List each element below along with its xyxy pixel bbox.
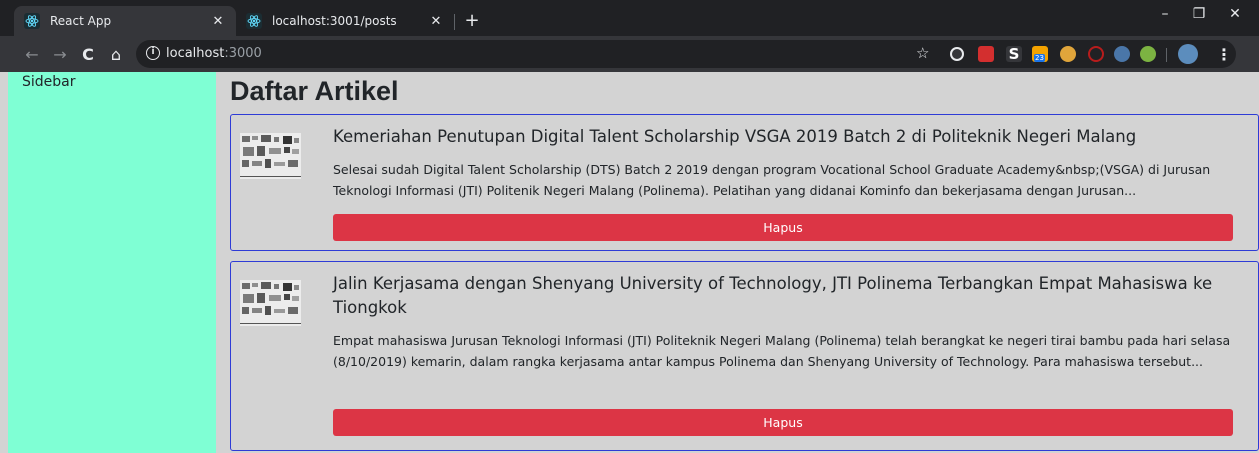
sidebar-label: Sidebar: [22, 74, 76, 90]
page-title: Daftar Artikel: [230, 76, 399, 106]
article-excerpt: Empat mahasiswa Jurusan Teknologi Inform…: [333, 333, 1231, 369]
minimize-button[interactable]: –: [1150, 6, 1180, 22]
tab-divider: [454, 14, 455, 30]
browser-tab-bar: React App ✕ localhost:3001/posts ✕ + – ❐…: [0, 0, 1259, 36]
tab-title: localhost:3001/posts: [272, 14, 397, 28]
react-icon: [246, 13, 262, 29]
extension-s-icon[interactable]: S: [1006, 46, 1022, 62]
profile-avatar[interactable]: [1178, 44, 1198, 64]
star-icon[interactable]: ☆: [916, 44, 929, 62]
extension-leaf-icon[interactable]: [1140, 46, 1156, 62]
react-icon: [24, 13, 40, 29]
article-title: Jalin Kerjasama dengan Shenyang Universi…: [333, 274, 1213, 317]
article-body: Kemeriahan Penutupan Digital Talent Scho…: [333, 125, 1250, 201]
browser-toolbar: ← → C ⌂ i localhost:3000 ☆ S 23 ⋮: [0, 36, 1259, 72]
main-content: Daftar Artikel Kemeriahan Penutupan Digi…: [216, 72, 1259, 453]
new-tab-button[interactable]: +: [462, 10, 482, 31]
article-title: Kemeriahan Penutupan Digital Talent Scho…: [333, 127, 1137, 146]
back-icon[interactable]: ←: [20, 42, 44, 66]
sidebar: Sidebar: [8, 72, 216, 453]
article-thumbnail: [240, 133, 301, 179]
toolbar-divider: [1166, 48, 1167, 62]
article-card: Kemeriahan Penutupan Digital Talent Scho…: [230, 114, 1259, 251]
tab-react-app[interactable]: React App ✕: [14, 6, 236, 36]
close-icon[interactable]: ✕: [210, 14, 226, 29]
extension-w-icon[interactable]: [950, 47, 964, 61]
tab-title: React App: [50, 14, 112, 28]
extension-calendar-icon[interactable]: 23: [1032, 46, 1048, 62]
menu-icon[interactable]: ⋮: [1212, 42, 1236, 66]
close-icon[interactable]: ✕: [428, 14, 444, 29]
delete-button[interactable]: Hapus: [333, 214, 1233, 241]
tab-localhost-posts[interactable]: localhost:3001/posts ✕: [236, 6, 454, 36]
home-icon[interactable]: ⌂: [104, 42, 128, 66]
extension-cookie-icon[interactable]: [1060, 46, 1076, 62]
extension-vk-icon[interactable]: [1114, 46, 1130, 62]
info-icon[interactable]: i: [146, 46, 160, 60]
page-content: Sidebar Daftar Artikel Kemeriahan Penutu…: [0, 72, 1259, 453]
url-text[interactable]: localhost:3000: [166, 46, 262, 61]
reload-icon[interactable]: C: [76, 42, 100, 66]
article-card: Jalin Kerjasama dengan Shenyang Universi…: [230, 261, 1259, 451]
article-body: Jalin Kerjasama dengan Shenyang Universi…: [333, 272, 1250, 372]
close-window-button[interactable]: ✕: [1220, 6, 1250, 22]
badge-count: 23: [1034, 54, 1045, 62]
restore-button[interactable]: ❐: [1184, 6, 1214, 22]
article-thumbnail: [240, 280, 301, 326]
extension-block-icon[interactable]: [1088, 46, 1104, 62]
article-excerpt: Selesai sudah Digital Talent Scholarship…: [333, 162, 1211, 198]
delete-button[interactable]: Hapus: [333, 409, 1233, 436]
forward-icon[interactable]: →: [48, 42, 72, 66]
extension-pdf-icon[interactable]: [978, 46, 994, 62]
